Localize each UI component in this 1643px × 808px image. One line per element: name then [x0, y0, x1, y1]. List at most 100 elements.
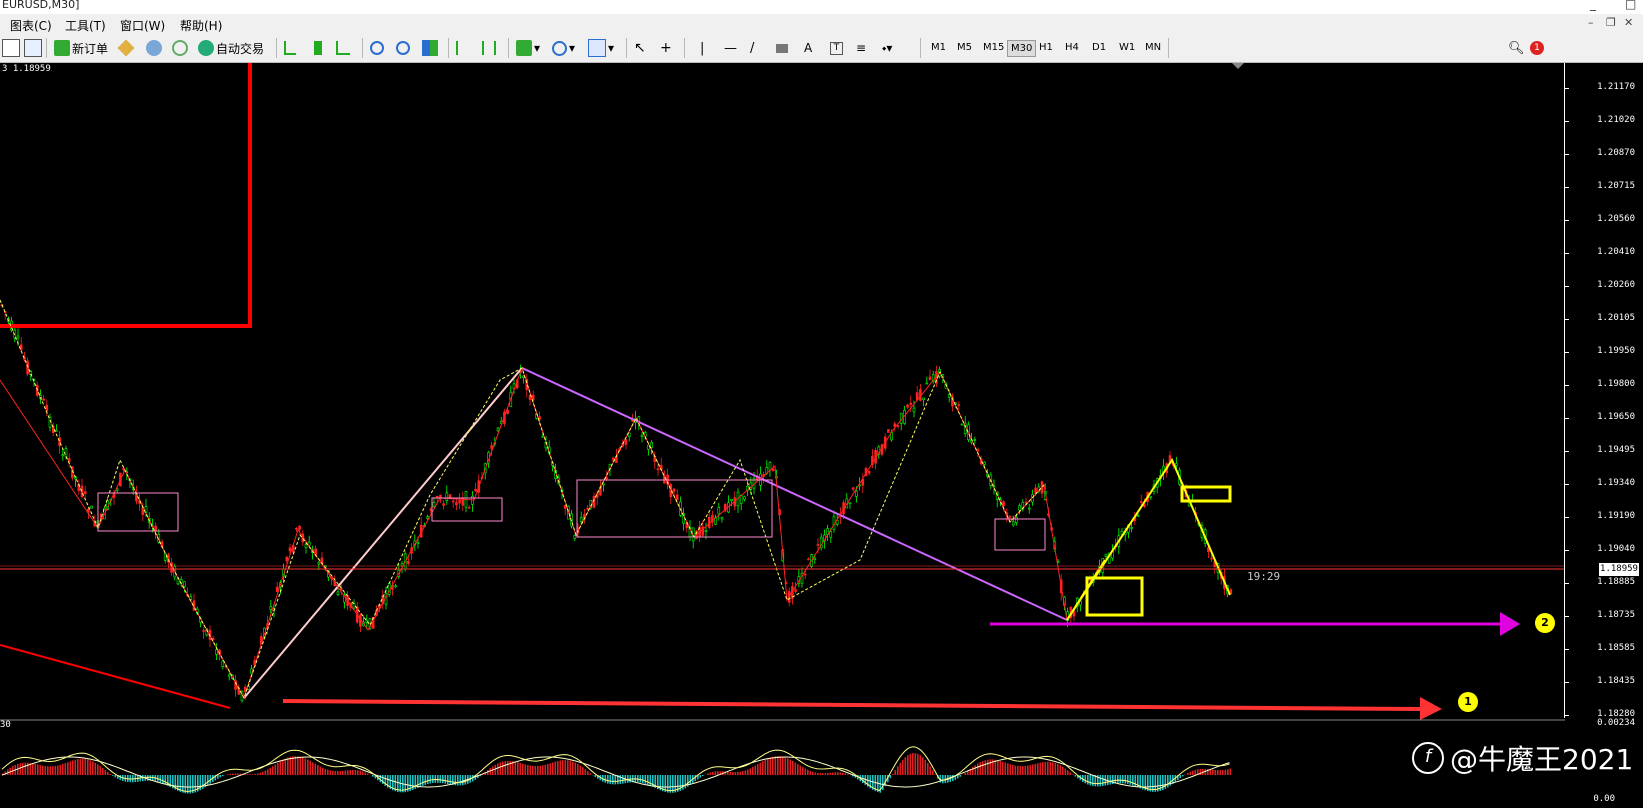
candle-body — [829, 531, 833, 538]
navigator-icon[interactable] — [24, 38, 44, 58]
macd-bar — [147, 775, 149, 781]
bar-chart-icon[interactable] — [284, 38, 298, 58]
zoom-out-icon[interactable] — [396, 38, 412, 58]
macd-bar — [847, 774, 849, 775]
macd-bar — [807, 769, 809, 775]
macd-bar — [444, 775, 447, 784]
macd-bar — [1119, 775, 1122, 784]
macd-bar — [222, 775, 224, 777]
macd-bar — [772, 756, 774, 775]
fibonacci-icon[interactable]: ≡ — [856, 38, 866, 58]
mdi-close-icon[interactable]: ✕ — [1624, 16, 1633, 29]
horizontal-line-icon[interactable]: — — [724, 38, 737, 58]
macd-bar — [1049, 761, 1052, 775]
minimize-icon[interactable]: _ — [1590, 0, 1596, 11]
periods-icon[interactable]: ▾ — [552, 38, 575, 58]
tf-m5[interactable]: M5 — [954, 40, 975, 55]
candle-body — [394, 585, 397, 588]
notifications-icon[interactable]: 1 — [1530, 38, 1544, 58]
macd-bar — [1224, 769, 1227, 775]
macd-bar — [622, 775, 624, 784]
price-tick-mark — [1565, 418, 1569, 419]
candle-body — [83, 491, 87, 494]
tf-mn[interactable]: MN — [1142, 40, 1164, 55]
signal-icon[interactable] — [172, 38, 190, 58]
menu-window[interactable]: 窗口(W) — [120, 17, 165, 34]
red-trendline-lower — [0, 644, 231, 709]
macd-bar — [457, 775, 459, 786]
menu-chart[interactable]: 图表(C) — [10, 17, 52, 34]
menu-help[interactable]: 帮助(H) — [180, 17, 222, 34]
tf-d1[interactable]: D1 — [1089, 40, 1109, 55]
red-arrow — [282, 699, 1421, 711]
trendline-icon[interactable]: / — [750, 38, 754, 58]
candle-body — [455, 502, 458, 506]
macd-bar — [1089, 775, 1092, 786]
macd-bar — [462, 775, 464, 786]
macd-bar — [459, 775, 462, 786]
tile-windows-icon[interactable] — [422, 38, 440, 58]
macd-bar — [247, 774, 249, 775]
tf-m30[interactable]: M30 — [1007, 40, 1037, 57]
templates-icon[interactable]: ▾ — [588, 38, 614, 58]
chart-window-icon[interactable] — [2, 38, 22, 58]
macd-bar — [1074, 775, 1077, 777]
macd-bar — [897, 766, 899, 775]
indicators-icon[interactable]: ▾ — [516, 38, 540, 58]
candle-body — [928, 376, 932, 381]
macd-bar — [329, 770, 332, 775]
mdi-restore-icon[interactable]: ❐ — [1606, 16, 1616, 29]
text-icon[interactable]: A — [804, 38, 812, 58]
new-order-button[interactable]: 新订单 — [54, 38, 108, 58]
vertical-line-icon[interactable]: | — [700, 38, 704, 58]
macd-bar — [577, 763, 579, 775]
candle-body — [1104, 553, 1108, 557]
macd-bar — [1164, 775, 1167, 789]
tf-w1[interactable]: W1 — [1116, 40, 1138, 55]
maximize-icon[interactable]: □ — [1625, 0, 1636, 11]
autoscroll-icon[interactable] — [456, 38, 472, 58]
marker-2: 2 — [1535, 613, 1555, 633]
new-order-label: 新订单 — [72, 41, 109, 56]
crosshair-icon[interactable]: + — [660, 38, 672, 58]
tf-m15[interactable]: M15 — [980, 40, 1007, 55]
macd-top-value: 0.00234 — [1597, 718, 1635, 728]
watermark-text: @牛魔王2021 — [1450, 743, 1634, 776]
macd-bar — [34, 763, 37, 775]
chart-shift-icon[interactable] — [482, 38, 498, 58]
text-label-icon[interactable]: T — [830, 38, 845, 58]
search-icon[interactable]: 🔍︎ — [1508, 38, 1525, 58]
macd-bar — [727, 771, 729, 775]
tf-h1[interactable]: H1 — [1036, 40, 1056, 55]
macd-bar — [274, 764, 277, 775]
title-bar: EURUSD,M30] _ □ — [0, 0, 1643, 15]
macd-bar — [1167, 775, 1169, 788]
price-tick-label: 1.18885 — [1597, 577, 1635, 587]
zoom-in-icon[interactable] — [370, 38, 386, 58]
candle-body — [893, 423, 897, 427]
people-icon[interactable] — [146, 38, 164, 58]
tf-m1[interactable]: M1 — [928, 40, 949, 55]
macd-bar — [562, 760, 564, 775]
tf-h4[interactable]: H4 — [1062, 40, 1082, 55]
candle-chart-icon[interactable] — [310, 38, 324, 58]
yellow-pattern — [1066, 457, 1231, 621]
macd-bar — [207, 775, 209, 786]
menu-tools[interactable]: 工具(T) — [65, 17, 106, 34]
macd-bar — [609, 775, 612, 785]
macd-bar — [1069, 772, 1072, 775]
cursor-icon[interactable]: ↖ — [634, 38, 646, 58]
price-tick-mark — [1565, 187, 1569, 188]
macd-bar — [642, 775, 644, 784]
macd-bar — [557, 761, 559, 775]
auto-trade-button[interactable]: 自动交易 — [198, 38, 264, 58]
macd-bar — [1007, 763, 1009, 775]
shapes-icon[interactable]: ⬩▾ — [882, 38, 892, 58]
line-chart-icon[interactable] — [336, 38, 352, 58]
price-chart[interactable] — [0, 63, 1643, 808]
market-watch-icon[interactable] — [117, 38, 135, 58]
candle-body — [467, 507, 471, 509]
mdi-minimize-icon[interactable]: – — [1588, 16, 1594, 29]
channel-icon[interactable] — [776, 38, 790, 58]
macd-bar — [1222, 770, 1224, 775]
